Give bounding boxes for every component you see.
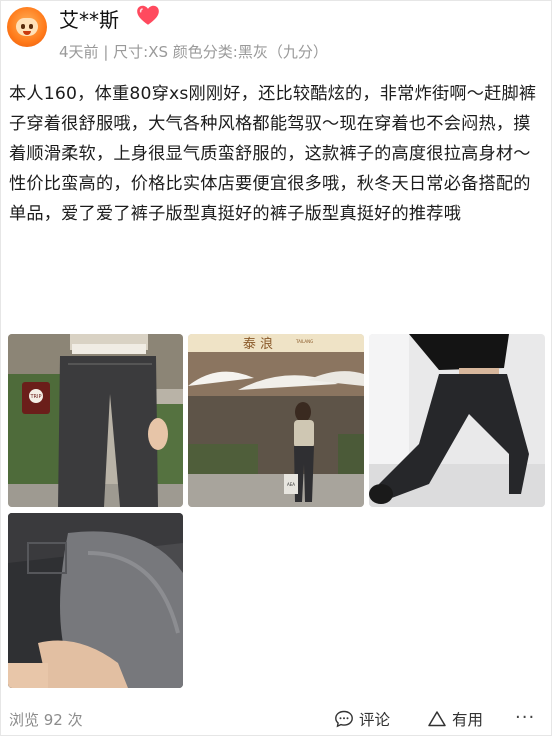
- photo2-bag-text: AEA: [287, 482, 295, 487]
- useful-label: 有用: [452, 711, 484, 729]
- meta-separator: |: [103, 43, 109, 61]
- useful-triangle-icon: [428, 711, 446, 727]
- review-meta: 4天前 | 尺寸:XS 颜色分类:黑灰（九分）: [59, 41, 328, 62]
- photo-3-image: [369, 334, 545, 507]
- comment-label: 评论: [359, 711, 391, 729]
- review-text: 本人160，体重80穿xs刚刚好，还比较酷炫的，非常炸街啊～赶脚裤子穿着很舒服哦…: [9, 84, 537, 224]
- comment-icon: [335, 710, 353, 728]
- view-count: 浏览 92 次: [9, 711, 83, 729]
- comment-button[interactable]: 评论: [334, 708, 390, 730]
- avatar-eye-left: [21, 24, 25, 29]
- more-options-button[interactable]: ···: [515, 707, 535, 728]
- review-photo-4[interactable]: [8, 513, 183, 688]
- photo-2-image: 泰 浪 TAILANG AEA: [188, 334, 364, 507]
- review-header: 艾**斯 4天前 | 尺寸:XS 颜色分类:黑灰（九分）: [1, 1, 552, 67]
- review-photo-2[interactable]: 泰 浪 TAILANG AEA: [188, 334, 364, 507]
- heart-icon: [137, 5, 159, 25]
- photo-4-image: [8, 513, 183, 688]
- review-footer: 浏览 92 次 评论 有用 ···: [1, 701, 552, 737]
- username[interactable]: 艾**斯: [59, 4, 119, 33]
- photo2-sign-text: 泰 浪: [243, 337, 273, 352]
- photo2-sign-small: TAILANG: [295, 339, 313, 344]
- photo1-cup-text: TRIP: [29, 394, 41, 400]
- review-spec: 尺寸:XS 颜色分类:黑灰（九分）: [113, 43, 328, 61]
- avatar-eye-right: [29, 24, 33, 29]
- review-time: 4天前: [59, 43, 99, 61]
- review-photo-1[interactable]: TRIP: [8, 334, 183, 507]
- useful-button[interactable]: 有用: [427, 708, 483, 730]
- review-photo-3[interactable]: [369, 334, 545, 507]
- photo-1-image: TRIP: [8, 334, 183, 507]
- user-avatar[interactable]: [7, 7, 47, 47]
